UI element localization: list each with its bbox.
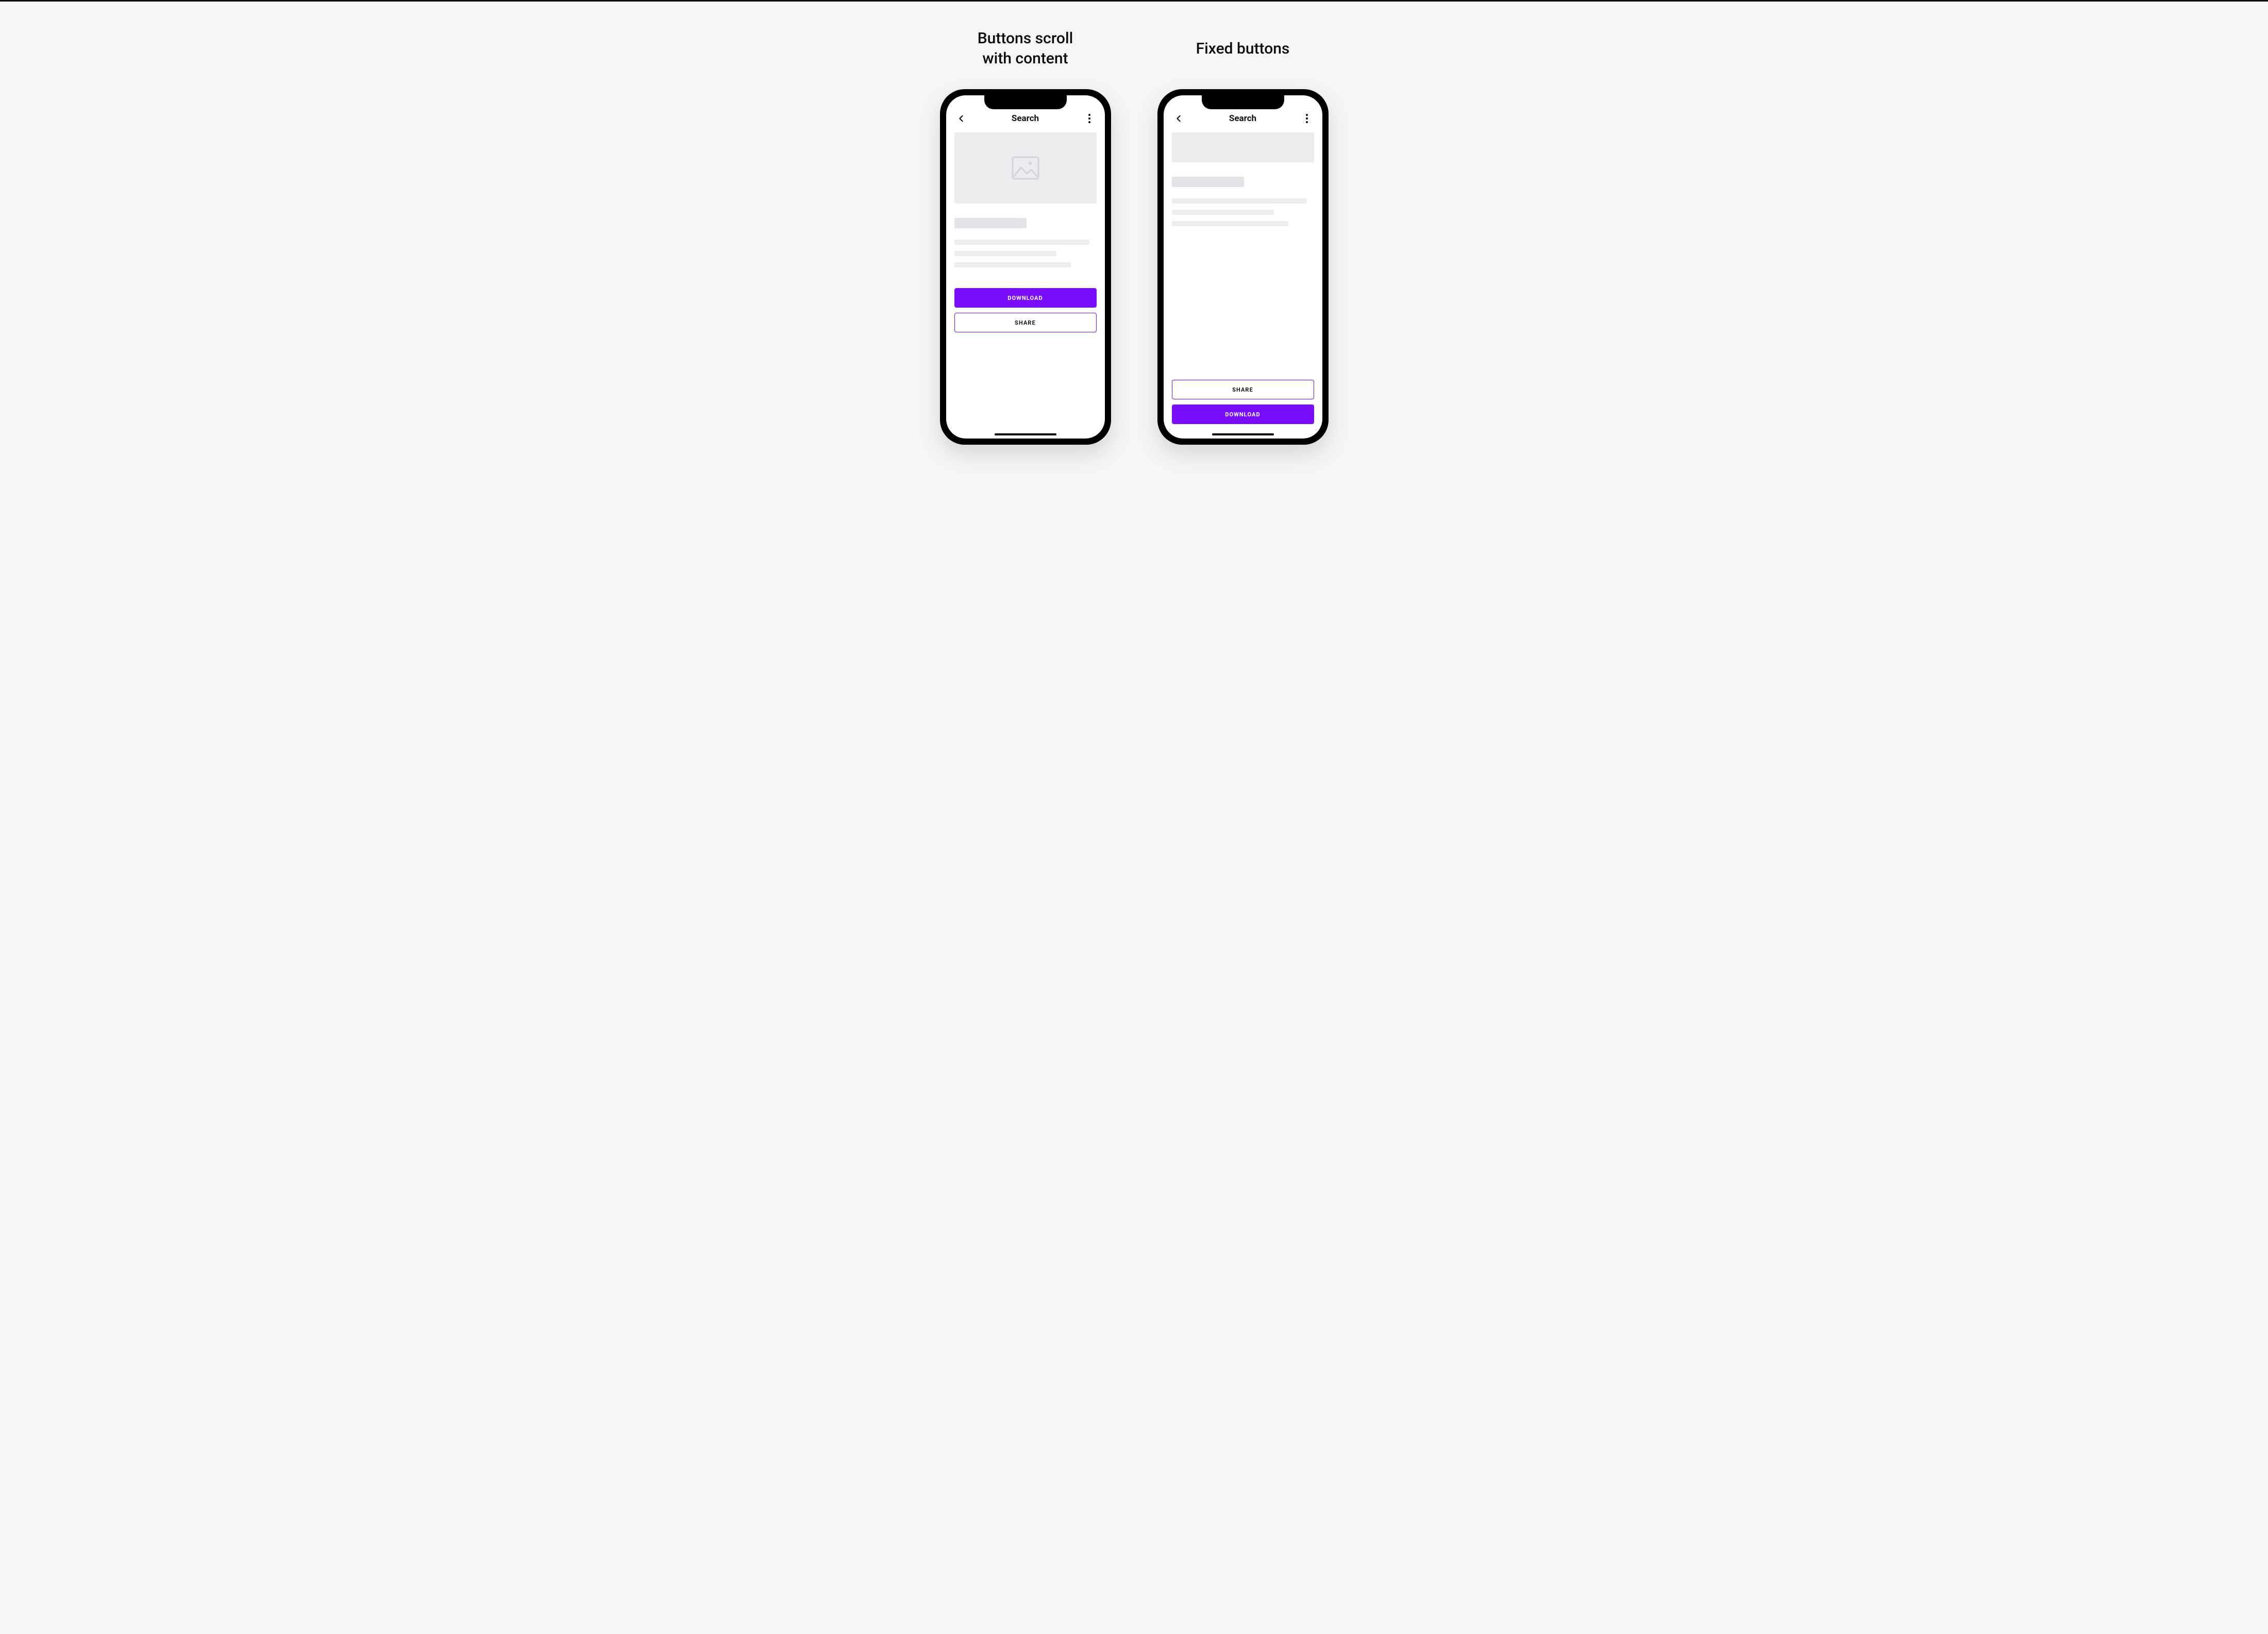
home-indicator	[995, 433, 1056, 435]
comparison-stage: Buttons scroll with content Search	[940, 27, 1329, 445]
share-button[interactable]: SHARE	[1172, 380, 1314, 399]
topbar-title: Search	[1012, 113, 1039, 124]
image-icon	[1012, 156, 1039, 180]
column-title-right: Fixed buttons	[1196, 27, 1290, 70]
back-icon[interactable]	[1172, 112, 1185, 125]
phone-notch	[984, 95, 1067, 109]
scroll-with-content-column: Buttons scroll with content Search	[940, 27, 1111, 445]
fixed-button-bar: SHARE DOWNLOAD	[1172, 380, 1314, 429]
title-placeholder	[1172, 177, 1244, 187]
text-line-placeholder	[1172, 210, 1274, 215]
screen-content: DOWNLOAD SHARE	[946, 132, 1105, 439]
hero-image-placeholder	[954, 132, 1097, 204]
phone-screen-right: Search SHARE DOWNLOAD	[1164, 95, 1322, 439]
text-line-placeholder	[954, 240, 1089, 245]
home-indicator	[1212, 433, 1274, 435]
hero-image-placeholder	[1172, 132, 1314, 162]
phone-notch	[1202, 95, 1284, 109]
spacer	[954, 274, 1097, 288]
text-line-placeholder	[1172, 221, 1288, 226]
download-button[interactable]: DOWNLOAD	[954, 288, 1097, 308]
share-button[interactable]: SHARE	[954, 313, 1097, 332]
back-icon[interactable]	[954, 112, 968, 125]
fixed-buttons-column: Fixed buttons Search	[1157, 27, 1329, 445]
phone-screen-left: Search	[946, 95, 1105, 439]
phone-frame-right: Search SHARE DOWNLOAD	[1157, 89, 1329, 445]
more-icon[interactable]	[1083, 112, 1096, 125]
screen-content: SHARE DOWNLOAD	[1164, 132, 1322, 439]
column-title-left: Buttons scroll with content	[978, 27, 1073, 70]
topbar-title: Search	[1229, 113, 1256, 124]
more-icon[interactable]	[1300, 112, 1314, 125]
phone-frame-left: Search	[940, 89, 1111, 445]
text-line-placeholder	[1172, 198, 1307, 204]
download-button[interactable]: DOWNLOAD	[1172, 405, 1314, 424]
text-line-placeholder	[954, 251, 1057, 256]
title-placeholder	[954, 218, 1027, 228]
text-line-placeholder	[954, 262, 1071, 267]
